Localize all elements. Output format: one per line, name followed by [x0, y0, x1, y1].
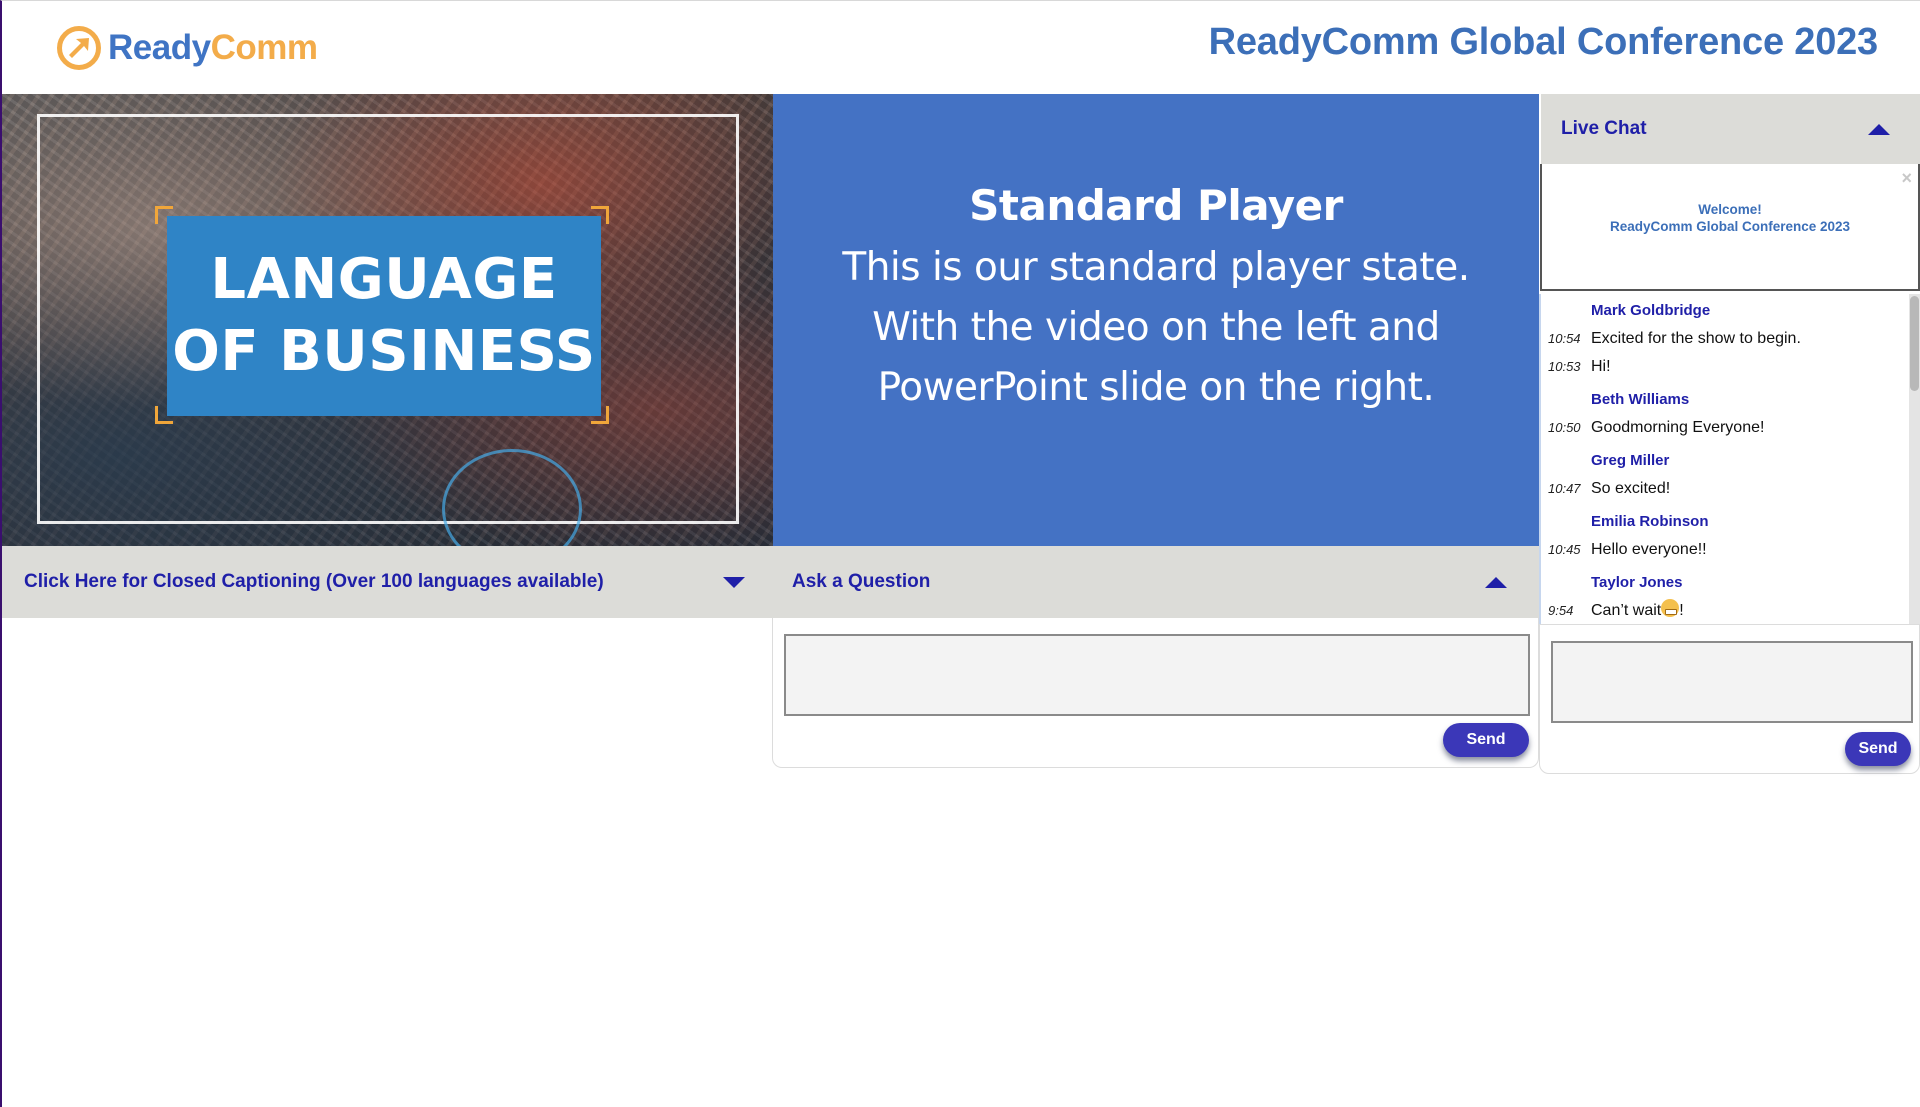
chat-text-content: Can’t wait: [1591, 602, 1662, 619]
chat-message-input[interactable]: [1551, 641, 1913, 723]
readycomm-logo[interactable]: ReadyComm: [56, 23, 318, 73]
logo-text: ReadyComm: [108, 28, 318, 68]
chat-author: Greg Miller: [1591, 452, 1670, 469]
chat-text: Hi!: [1591, 358, 1611, 375]
video-player[interactable]: LANGUAGE OF BUSINESS: [2, 94, 773, 546]
close-icon[interactable]: ×: [1901, 168, 1912, 189]
chevron-up-icon[interactable]: [1868, 123, 1890, 135]
grimacing-face-emoji-icon: [1661, 599, 1680, 617]
chevron-up-icon[interactable]: [1485, 576, 1507, 588]
chat-text: Can’t wait!: [1591, 597, 1684, 624]
live-chat-header[interactable]: Live Chat: [1539, 94, 1920, 164]
ask-question-label: Ask a Question: [792, 571, 931, 592]
chat-text: Hello everyone!!: [1591, 541, 1707, 558]
chat-message: 10:45 Hello everyone!!: [1541, 536, 1909, 564]
chat-message: 10:47 So excited!: [1541, 475, 1909, 503]
chat-timestamp: 10:53: [1548, 359, 1581, 374]
chat-send-button[interactable]: Send: [1845, 732, 1911, 766]
chat-timestamp: 10:54: [1548, 331, 1581, 346]
live-chat-label: Live Chat: [1561, 118, 1647, 139]
chat-author: Beth Williams: [1591, 391, 1690, 408]
chat-message: 9:54 Can’t wait!: [1541, 597, 1909, 624]
chat-message-group: Emilia Robinson 10:45 Hello everyone!!: [1541, 508, 1909, 564]
conference-title: ReadyComm Global Conference 2023: [1208, 21, 1879, 63]
chat-text: Excited for the show to begin.: [1591, 330, 1801, 347]
welcome-subheading: ReadyComm Global Conference 2023: [1609, 219, 1851, 234]
chat-compose-panel: Send: [1539, 624, 1920, 774]
chevron-down-icon[interactable]: [723, 576, 745, 588]
video-title-line: OF BUSINESS: [172, 319, 596, 384]
chat-scrollbar-thumb[interactable]: [1910, 296, 1919, 391]
slide-body-line: This is our standard player state.: [842, 245, 1470, 290]
slide-body: This is our standard player state. With …: [773, 238, 1539, 418]
chat-timestamp: 10:45: [1548, 542, 1581, 557]
chat-text: So excited!: [1591, 480, 1671, 497]
chat-text: Goodmorning Everyone!: [1591, 419, 1765, 436]
chat-message: 10:54 Excited for the show to begin.: [1541, 325, 1909, 353]
logo-text-ready: Ready: [108, 28, 211, 67]
video-title-card: LANGUAGE OF BUSINESS: [167, 216, 601, 416]
chat-message-group: Taylor Jones 9:54 Can’t wait!: [1541, 569, 1909, 624]
ask-question-panel: Send: [772, 618, 1539, 768]
chat-author: Mark Goldbridge: [1591, 302, 1711, 319]
chat-timestamp: 10:47: [1548, 481, 1581, 496]
question-input[interactable]: [784, 634, 1530, 716]
chat-author: Taylor Jones: [1591, 574, 1683, 591]
chat-message-list[interactable]: Mark Goldbridge 10:54 Excited for the sh…: [1539, 294, 1909, 624]
chat-message-group: Greg Miller 10:47 So excited!: [1541, 447, 1909, 503]
closed-captioning-label: Click Here for Closed Captioning (Over 1…: [24, 571, 604, 592]
chat-message-group: Beth Williams 10:50 Goodmorning Everyone…: [1541, 386, 1909, 442]
page-header: ReadyComm ReadyComm Global Conference 20…: [2, 1, 1920, 93]
logo-arrow-icon: [56, 25, 102, 71]
ask-question-header[interactable]: Ask a Question: [773, 546, 1539, 618]
video-title-line: LANGUAGE: [210, 247, 558, 312]
slide-body-line: With the video on the left and: [872, 305, 1440, 350]
chat-timestamp: 9:54: [1548, 603, 1574, 618]
logo-text-comm: Comm: [210, 28, 318, 67]
chat-welcome-banner: × Welcome! ReadyComm Global Conference 2…: [1540, 164, 1920, 291]
welcome-heading: Welcome!: [1698, 202, 1762, 217]
presentation-slide: Standard Player This is our standard pla…: [773, 94, 1539, 546]
chat-message: 10:50 Goodmorning Everyone!: [1541, 414, 1909, 442]
chat-scrollbar[interactable]: [1909, 294, 1920, 624]
chat-timestamp: 10:50: [1548, 420, 1581, 435]
chat-author: Emilia Robinson: [1591, 513, 1709, 530]
slide-title: Standard Player: [969, 181, 1343, 230]
chat-text-suffix: !: [1679, 602, 1684, 619]
chat-message: 10:53 Hi!: [1541, 353, 1909, 381]
slide-body-line: PowerPoint slide on the right.: [877, 365, 1435, 410]
question-send-button[interactable]: Send: [1443, 723, 1529, 757]
chat-message-group: Mark Goldbridge 10:54 Excited for the sh…: [1541, 297, 1909, 381]
closed-captioning-toggle[interactable]: Click Here for Closed Captioning (Over 1…: [2, 546, 773, 618]
